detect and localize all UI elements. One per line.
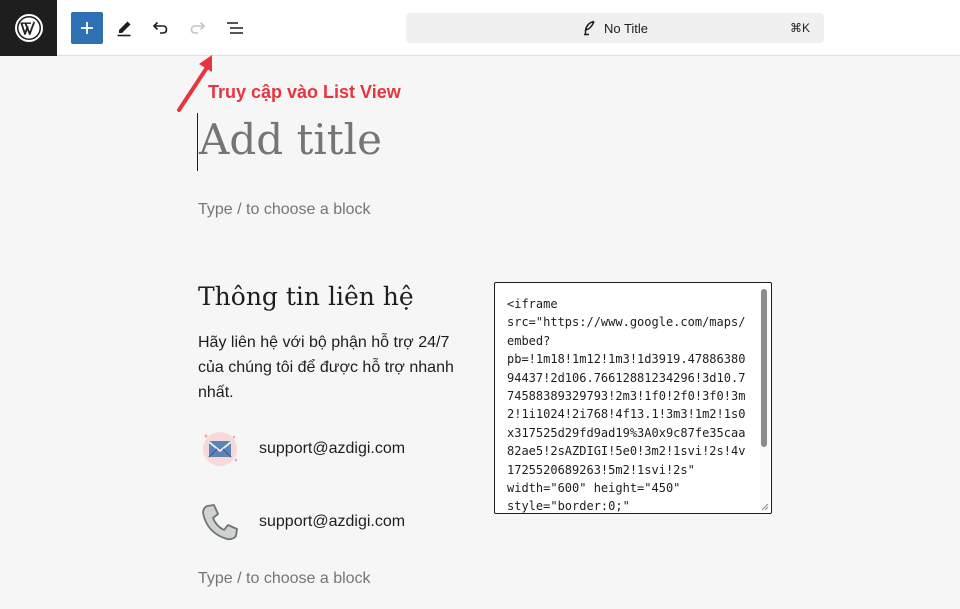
redo-icon	[190, 21, 206, 34]
tools-edit-button[interactable]	[108, 12, 140, 44]
annotation-label: Truy cập vào List View	[208, 82, 401, 102]
document-title-group: No Title	[582, 20, 648, 36]
wordpress-logo-button[interactable]	[0, 0, 57, 56]
list-view-icon	[227, 22, 243, 34]
envelope-icon	[203, 432, 238, 466]
block-placeholder-top[interactable]: Type / to choose a block	[198, 201, 371, 219]
post-title-field[interactable]: Add title	[199, 112, 382, 168]
resize-grip-icon[interactable]	[760, 502, 769, 511]
feather-icon	[583, 20, 595, 36]
code-scrollbar-thumb[interactable]	[761, 289, 767, 447]
custom-html-block[interactable]: <iframe src="https://www.google.com/maps…	[494, 282, 772, 514]
wordpress-icon	[14, 14, 43, 42]
undo-button[interactable]	[144, 12, 176, 44]
pencil-icon	[117, 21, 131, 37]
contact-email-text: support@azdigi.com	[259, 440, 406, 457]
command-shortcut: ⌘K	[789, 21, 810, 35]
redo-button[interactable]	[182, 12, 214, 44]
plus-icon	[81, 22, 93, 34]
title-caret	[197, 113, 198, 171]
document-title-text: No Title	[603, 20, 649, 36]
html-code-textarea[interactable]: <iframe src="https://www.google.com/maps…	[507, 295, 752, 513]
add-block-button[interactable]	[71, 12, 103, 44]
contact-phone-text: support@azdigi.com	[259, 513, 406, 530]
undo-icon	[152, 21, 168, 34]
editor-top-toolbar: No Title ⌘K	[0, 0, 960, 56]
command-palette-bar[interactable]: No Title ⌘K	[406, 13, 824, 43]
contact-description[interactable]: Hãy liên hệ với bộ phận hỗ trợ 24/7 của …	[198, 330, 473, 405]
contact-heading[interactable]: Thông tin liên hệ	[198, 282, 414, 311]
block-placeholder-bottom[interactable]: Type / to choose a block	[198, 570, 371, 588]
list-view-button[interactable]	[219, 12, 251, 44]
phone-icon	[202, 504, 238, 541]
